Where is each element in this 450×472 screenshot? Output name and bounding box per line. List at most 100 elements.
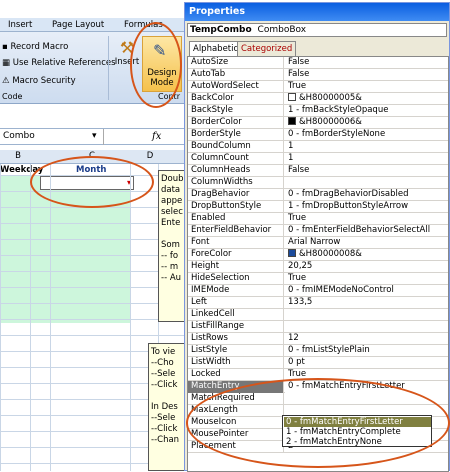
property-value[interactable] xyxy=(285,309,448,321)
property-value[interactable]: 0 - fmEnterFieldBehaviorSelectAll xyxy=(285,225,448,237)
comment-line: --Click xyxy=(151,424,178,434)
properties-title[interactable]: Properties xyxy=(185,3,449,21)
property-row[interactable]: BackColor &H80000005& xyxy=(188,93,448,105)
property-name: AutoTab xyxy=(188,69,284,81)
property-name: BorderStyle xyxy=(188,129,284,141)
comment-line: Doub xyxy=(161,174,184,184)
property-name: DragBehavior xyxy=(188,189,284,201)
property-row[interactable]: ListStyle 0 - fmListStylePlain xyxy=(188,345,448,357)
property-row[interactable]: Enabled True xyxy=(188,213,448,225)
property-value[interactable]: 1 xyxy=(285,153,448,165)
relative-icon: ▦ xyxy=(2,58,13,68)
property-value[interactable]: &H80000005& xyxy=(285,93,448,105)
property-value[interactable]: True xyxy=(285,273,448,285)
property-value[interactable]: 0 pt xyxy=(285,357,448,369)
macro-security-button[interactable]: ⚠ Macro Security xyxy=(2,76,76,86)
highlight-match-entry xyxy=(186,378,450,468)
property-value[interactable]: True xyxy=(285,213,448,225)
property-row[interactable]: Height 20,25 xyxy=(188,261,448,273)
object-name: TempCombo xyxy=(190,25,252,35)
column-header-b[interactable]: B xyxy=(8,151,28,161)
property-value[interactable]: False xyxy=(285,57,448,69)
property-name: DropButtonStyle xyxy=(188,201,284,213)
property-value[interactable]: 20,25 xyxy=(285,261,448,273)
name-box[interactable]: Combo xyxy=(0,129,104,145)
color-swatch-icon xyxy=(288,117,296,125)
property-row[interactable]: ListFillRange xyxy=(188,321,448,333)
property-name: LinkedCell xyxy=(188,309,284,321)
comment-line: Ente xyxy=(161,218,181,228)
property-value[interactable]: 0 - fmBorderStyleNone xyxy=(285,129,448,141)
property-value-text: &H80000006& xyxy=(299,117,362,127)
property-name: HideSelection xyxy=(188,273,284,285)
property-row[interactable]: BorderStyle 0 - fmBorderStyleNone xyxy=(188,129,448,141)
property-name: AutoWordSelect xyxy=(188,81,284,93)
property-row[interactable]: HideSelection True xyxy=(188,273,448,285)
property-value[interactable]: &H80000006& xyxy=(285,117,448,129)
fx-icon[interactable]: fx xyxy=(152,131,161,142)
column-header-d[interactable]: D xyxy=(140,151,160,161)
property-value[interactable]: 1 xyxy=(285,141,448,153)
property-row[interactable]: EnterFieldBehavior 0 - fmEnterFieldBehavi… xyxy=(188,225,448,237)
property-row[interactable]: AutoTab False xyxy=(188,69,448,81)
property-value[interactable]: 0 - fmIMEModeNoControl xyxy=(285,285,448,297)
property-value[interactable]: 0 - fmDragBehaviorDisabled xyxy=(285,189,448,201)
property-value[interactable]: &H80000008& xyxy=(285,249,448,261)
property-row[interactable]: AutoSize False xyxy=(188,57,448,69)
property-value[interactable]: 0 - fmListStylePlain xyxy=(285,345,448,357)
grid-vline xyxy=(130,164,131,471)
property-value-text: &H80000008& xyxy=(299,249,362,259)
property-row[interactable]: ListRows 12 xyxy=(188,333,448,345)
comment-line: -- m xyxy=(161,262,179,272)
use-relative-references-button[interactable]: ▦ Use Relative References xyxy=(2,58,116,68)
property-row[interactable]: IMEMode 0 - fmIMEModeNoControl xyxy=(188,285,448,297)
property-row[interactable]: ForeColor &H80000008& xyxy=(188,249,448,261)
property-row[interactable]: AutoWordSelect True xyxy=(188,81,448,93)
property-value[interactable]: 12 xyxy=(285,333,448,345)
property-row[interactable]: BoundColumn 1 xyxy=(188,141,448,153)
property-value[interactable]: 1 - fmDropButtonStyleArrow xyxy=(285,201,448,213)
property-row[interactable]: BackStyle 1 - fmBackStyleOpaque xyxy=(188,105,448,117)
property-value[interactable]: 1 - fmBackStyleOpaque xyxy=(285,105,448,117)
highlight-month-combo xyxy=(30,156,154,208)
property-name: Locked xyxy=(188,369,284,381)
property-value-text: True xyxy=(288,273,307,283)
properties-tabs: Alphabetic Categorized xyxy=(187,41,447,57)
grid-vline xyxy=(30,164,31,471)
property-value-text: False xyxy=(288,57,310,67)
comment-line: data xyxy=(161,185,181,195)
property-value[interactable]: 133,5 xyxy=(285,297,448,309)
property-value-text: &H80000005& xyxy=(299,93,362,103)
property-value[interactable]: False xyxy=(285,165,448,177)
property-row[interactable]: LinkedCell xyxy=(188,309,448,321)
property-value[interactable]: False xyxy=(285,69,448,81)
tab-alphabetic[interactable]: Alphabetic xyxy=(189,41,243,57)
object-selector[interactable]: TempCombo ComboBox xyxy=(187,23,447,37)
property-row[interactable]: DragBehavior 0 - fmDragBehaviorDisabled xyxy=(188,189,448,201)
property-value-text: 12 xyxy=(288,333,299,343)
property-row[interactable]: Font Arial Narrow xyxy=(188,237,448,249)
property-value-text: False xyxy=(288,165,310,175)
property-row[interactable]: ListWidth 0 pt xyxy=(188,357,448,369)
property-name: ColumnCount xyxy=(188,153,284,165)
property-row[interactable]: BorderColor &H80000006& xyxy=(188,117,448,129)
property-row[interactable]: ColumnWidths xyxy=(188,177,448,189)
property-name: BoundColumn xyxy=(188,141,284,153)
property-name: ListStyle xyxy=(188,345,284,357)
property-value[interactable]: Arial Narrow xyxy=(285,237,448,249)
property-row[interactable]: ColumnCount 1 xyxy=(188,153,448,165)
tab-insert[interactable]: Insert xyxy=(8,20,32,30)
property-value[interactable] xyxy=(285,177,448,189)
property-name: AutoSize xyxy=(188,57,284,69)
property-name: ColumnHeads xyxy=(188,165,284,177)
property-row[interactable]: DropButtonStyle 1 - fmDropButtonStyleArro… xyxy=(188,201,448,213)
property-row[interactable]: ColumnHeads False xyxy=(188,165,448,177)
property-value[interactable]: True xyxy=(285,81,448,93)
name-box-dropdown-icon[interactable]: ▾ xyxy=(92,131,97,141)
tab-page-layout[interactable]: Page Layout xyxy=(52,20,104,30)
comment-line: -- Au xyxy=(161,273,182,283)
tab-categorized[interactable]: Categorized xyxy=(237,41,297,56)
property-value[interactable] xyxy=(285,321,448,333)
property-row[interactable]: Left 133,5 xyxy=(188,297,448,309)
record-macro-button[interactable]: ▪ Record Macro xyxy=(2,42,68,52)
